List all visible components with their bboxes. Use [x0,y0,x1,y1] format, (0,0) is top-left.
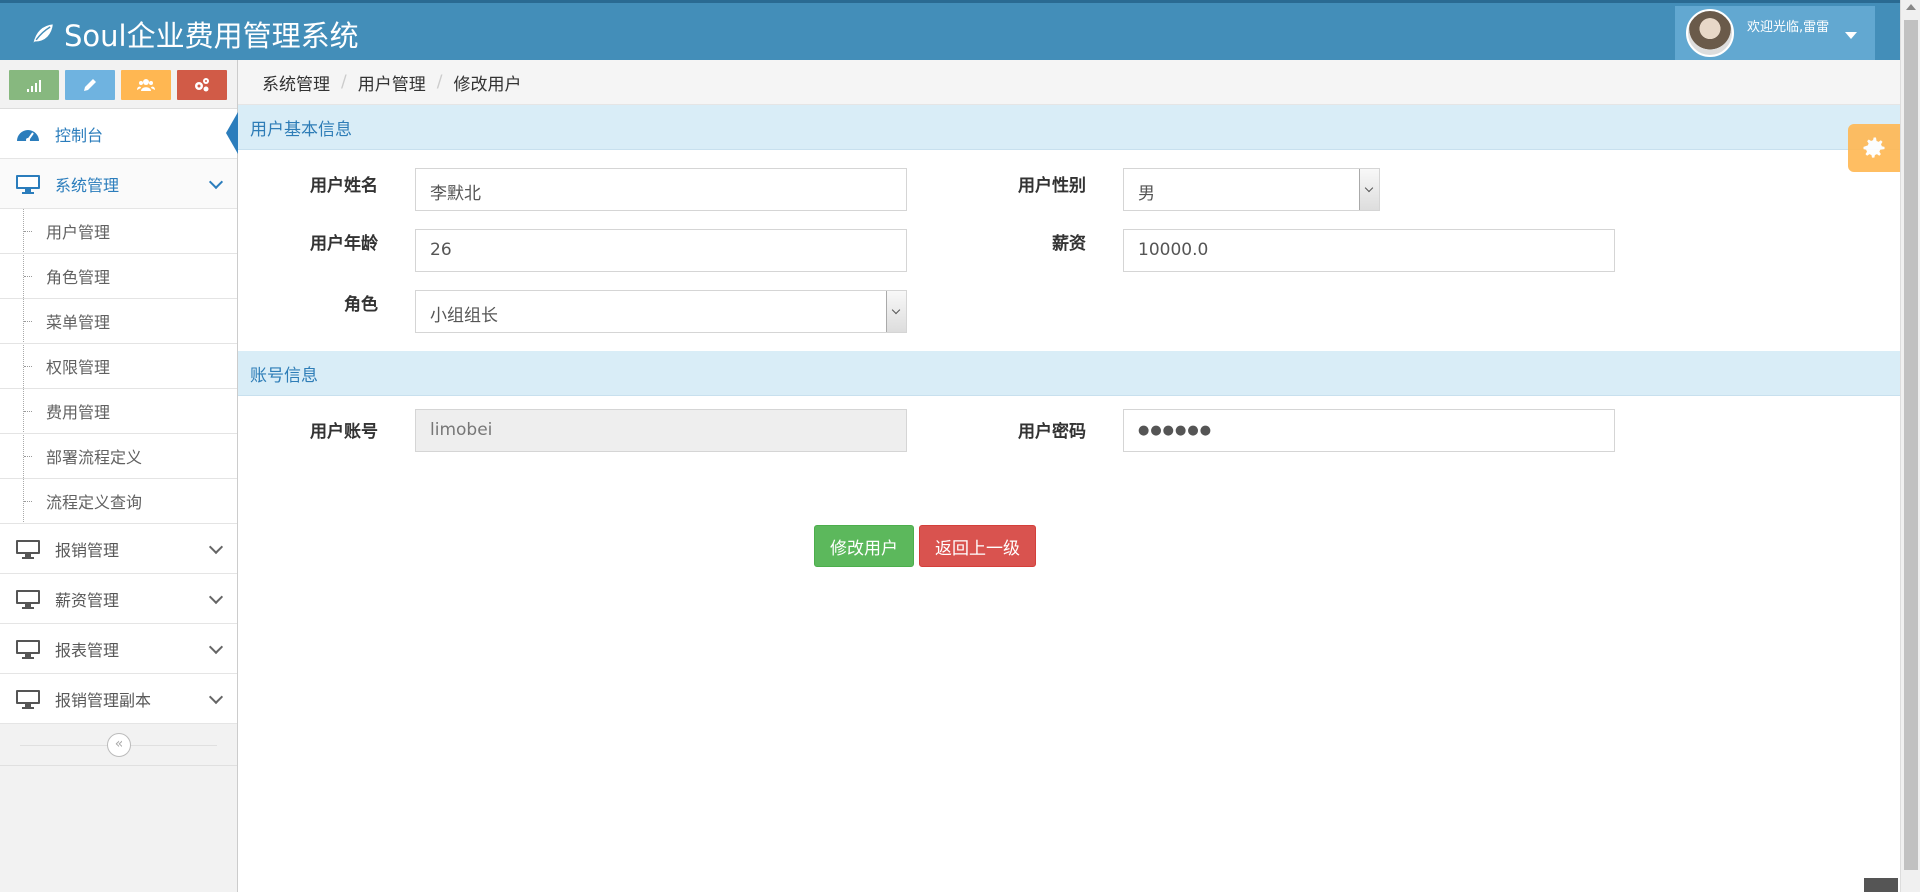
account-label: 用户账号 [310,422,378,442]
form-row: 用户姓名 李默北 用户性别 男 [238,150,1900,211]
chevron-down-icon [1359,169,1379,210]
system-submenu: 用户管理 角色管理 菜单管理 权限管理 费用管理 部署流程定义 流程定义查询 [0,209,237,524]
breadcrumb-current: 修改用户 [453,74,522,95]
sidebar-item-salary[interactable]: 薪资管理 [0,574,237,624]
name-label: 用户姓名 [310,176,378,196]
chevron-down-icon [886,291,906,332]
gear-icon [1863,137,1885,158]
sidebar-item-label: 报销管理副本 [55,690,152,710]
settings-toggle[interactable] [1848,124,1900,172]
chevron-down-icon [208,689,224,705]
cogs-shortcut-button[interactable] [177,70,227,100]
sidebar-item-expense-management[interactable]: 费用管理 [0,389,237,434]
password-input[interactable]: ●●●●●● [1123,409,1615,452]
top-navbar: Soul企业费用管理系统 欢迎光临,雷雷 [0,0,1920,60]
breadcrumb: 系统管理 / 用户管理 / 修改用户 [238,60,1900,105]
breadcrumb-users[interactable]: 用户管理 [358,70,426,95]
role-value: 小组组长 [430,306,498,326]
main-content: 系统管理 / 用户管理 / 修改用户 用户基本信息 用户姓名 李默北 用户性别 … [238,60,1900,892]
desktop-icon [15,688,41,710]
submit-button[interactable]: 修改用户 [814,525,914,567]
sidebar-item-menu-management[interactable]: 菜单管理 [0,299,237,344]
form-row: 用户年龄 26 薪资 10000.0 [238,211,1900,272]
form-row: 用户账号 limobei 用户密码 ●●●●●● [238,396,1900,457]
sidebar-item-deploy-process[interactable]: 部署流程定义 [0,434,237,479]
form-buttons: 修改用户 返回上一级 [814,525,1036,567]
welcome-text: 欢迎光临,雷雷 [1747,20,1830,35]
vertical-scrollbar[interactable] [1900,0,1920,892]
sidebar-item-reports[interactable]: 报表管理 [0,624,237,674]
scroll-thumb[interactable] [1904,20,1918,870]
age-input[interactable]: 26 [415,229,907,272]
chevron-down-icon [208,539,224,555]
brand[interactable]: Soul企业费用管理系统 [28,13,359,55]
sidebar-item-process-query[interactable]: 流程定义查询 [0,479,237,524]
sidebar-item-permission-management[interactable]: 权限管理 [0,344,237,389]
user-avatar [1686,9,1734,57]
account-input: limobei [415,409,907,452]
gender-value: 男 [1138,184,1155,204]
gender-select[interactable]: 男 [1123,168,1380,211]
pencil-shortcut-button[interactable] [65,70,115,100]
sidebar-item-system[interactable]: 系统管理 [0,159,237,209]
back-to-top-button[interactable] [1864,878,1898,892]
role-label: 角色 [344,295,378,315]
sidebar: 控制台 系统管理 用户管理 角色管理 菜单管理 权限管理 费用管理 部署流程定义… [0,60,238,892]
role-select[interactable]: 小组组长 [415,290,907,333]
signal-icon [27,80,41,92]
sidebar-item-label: 系统管理 [55,175,120,195]
breadcrumb-separator: / [341,72,347,92]
chevron-down-icon [208,174,224,190]
name-input[interactable]: 李默北 [415,168,907,211]
cogs-icon [195,78,209,92]
scroll-up-icon[interactable] [1906,4,1916,10]
sidebar-item-reimbursement[interactable]: 报销管理 [0,524,237,574]
breadcrumb-system[interactable]: 系统管理 [262,70,330,95]
users-icon [137,79,155,91]
sidebar-collapse: « [0,724,237,766]
caret-down-icon [1845,32,1857,39]
desktop-icon [15,638,41,660]
chevron-down-icon [208,639,224,655]
age-label: 用户年龄 [310,234,378,254]
gender-label: 用户性别 [1018,176,1086,196]
sidebar-item-dashboard[interactable]: 控制台 [0,109,238,159]
signal-shortcut-button[interactable] [9,70,59,100]
desktop-icon [15,588,41,610]
form-row: 角色 小组组长 [238,272,1900,351]
back-button[interactable]: 返回上一级 [919,525,1036,567]
shortcut-bar [0,60,237,109]
user-menu[interactable]: 欢迎光临,雷雷 [1675,6,1875,60]
section-basic-info: 用户基本信息 [238,105,1900,150]
pencil-icon [84,79,96,91]
sidebar-item-role-management[interactable]: 角色管理 [0,254,237,299]
leaf-icon [31,22,55,47]
desktop-icon [15,173,41,195]
section-account-info: 账号信息 [238,351,1900,396]
salary-label: 薪资 [1052,234,1086,254]
breadcrumb-separator: / [436,72,443,92]
desktop-icon [15,538,41,560]
users-shortcut-button[interactable] [121,70,171,100]
sidebar-item-label: 薪资管理 [55,590,120,610]
sidebar-item-user-management[interactable]: 用户管理 [0,209,237,254]
salary-input[interactable]: 10000.0 [1123,229,1615,272]
sidebar-item-label: 报销管理 [55,540,120,560]
sidebar-item-label: 控制台 [55,125,104,145]
dashboard-icon [15,123,41,145]
chevron-down-icon [208,589,224,605]
sidebar-item-reimbursement-copy[interactable]: 报销管理副本 [0,674,237,724]
double-angle-left-icon[interactable]: « [107,733,131,757]
app-title: Soul企业费用管理系统 [64,19,359,53]
password-label: 用户密码 [1018,422,1086,442]
sidebar-item-label: 报表管理 [55,640,120,660]
